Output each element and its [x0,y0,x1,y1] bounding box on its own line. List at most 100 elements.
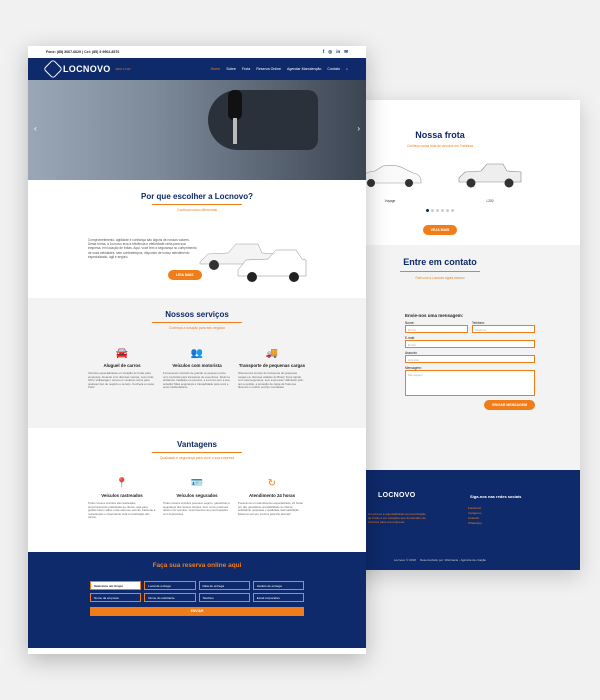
advantages-title: Vantagens [176,440,217,449]
social-title: Siga-nos nas redes sociais [470,494,522,499]
social-icons: f ◎ in ✉ [323,49,348,55]
nav-home[interactable]: Home [211,67,221,71]
linkedin-icon[interactable]: in [336,49,340,55]
brand-tagline: RENT A CAR [115,67,131,71]
credit[interactable]: Desenvolvido por: Webnacia - Agência de … [420,558,486,562]
car-l200-icon [458,163,522,188]
search-icon[interactable]: ⌕ [346,67,348,71]
why-text: Comprometimento, agilidade e confiança s… [88,238,197,259]
cars-image [199,243,307,282]
advantages-subtitle: Qualidade e segurança para você e sua em… [159,456,235,460]
service-desc: Veículos especializados em locação de fr… [88,371,154,390]
advantage-title: Veículos rastreados [101,493,143,498]
service-title: Veículos com motorista [172,363,222,368]
service-desc: Oferecemos serviço de transporte de pequ… [238,371,304,390]
chevron-right-icon[interactable]: › [357,124,360,133]
truck-icon: 🚚 [265,348,279,359]
advantage-desc: Todos nossos veículos possuem seguro, ga… [163,501,230,516]
top-bar: Fone: (85) 3067.6620 | Cel: (85) 9 9902.… [28,46,366,58]
carousel-dot[interactable] [441,209,444,212]
divider [152,452,242,453]
advantage-card: 📍 Veículos rastreados Todos nossos veícu… [88,478,156,520]
advantage-card: ↻ Atendimento 24 horas Possuímos um aten… [238,478,306,520]
subject-input[interactable]: Assunto [405,355,535,363]
nav-reserva[interactable]: Reserva Online [256,67,281,71]
car-card[interactable]: L200 [455,160,525,203]
carousel-dot[interactable] [446,209,449,212]
service-card: 👥 Veículos com motorista Fornecemos veíc… [163,348,231,390]
delivery-date-input[interactable]: Data de entrega [198,581,250,590]
delivery-place-input[interactable]: Local de entrega [144,581,196,590]
carousel-dot[interactable] [426,209,429,212]
read-more-button[interactable]: LEIA MAIS [168,270,202,280]
id-card-icon: 🪪 [190,478,204,489]
service-card: 🚚 Transporte de pequenas cargas Oferecem… [238,348,306,390]
delivery-time-input[interactable]: Horário de entrega [252,581,304,590]
email-input[interactable]: Email [405,340,535,348]
nav-sobre[interactable]: Sobre [226,67,236,71]
service-title: Transporte de pequenas cargas [238,363,306,368]
send-message-button[interactable]: ENVIAR MENSAGEM [484,400,535,410]
mail-icon[interactable]: ✉ [344,49,348,55]
reservation-section: Faça sua reserva online aqui Selecione u… [28,552,366,648]
phone-input[interactable]: Telefone [472,325,535,333]
company-name-input[interactable]: Nome da empresa [90,593,142,602]
navbar: LOCNOVO RENT A CAR Home Sobre Frota Rese… [28,58,366,80]
message-input[interactable]: Mensagem [405,370,535,396]
nav-contato[interactable]: Contato [327,67,340,71]
copyright: Locnovo © 2018 [393,558,416,562]
corporate-email-input[interactable]: Email corporativo [252,593,304,602]
instagram-icon[interactable]: ◎ [328,49,332,55]
main-menu: Home Sobre Frota Reserva Online Agendar … [211,67,348,71]
advantage-title: Veículos segurados [176,493,218,498]
key-blade [233,118,237,144]
fleet-more-button[interactable]: VEJA MAIS [422,225,458,235]
send-reservation-button[interactable]: ENVIAR [90,607,304,616]
logo[interactable]: LOCNOVO RENT A CAR [43,59,131,79]
advantage-desc: Todos nossos veículos são rastreados, pr… [88,501,156,520]
facebook-icon[interactable]: f [323,49,325,55]
services-section: Nossos serviços Conheça a solução para s… [28,298,366,428]
social-links: Facebook Instagram LinkedIn WhatsApp [468,506,482,526]
advantage-title: Atendimento 24 horas [248,493,296,498]
requester-name-input[interactable]: Nome do solicitante [144,593,196,602]
location-pin-icon: 📍 [115,478,129,489]
name-input[interactable]: Nome [405,325,468,333]
divider [152,322,242,323]
advantage-card: 🪪 Veículos segurados Todos nossos veícul… [163,478,231,520]
car-icon: 🚘 [115,348,129,359]
group-select[interactable]: Selecione um Grupo [90,581,142,590]
service-title: Aluguel de carros [103,363,141,368]
contact-phones: Fone: (85) 3067.6620 | Cel: (85) 9 9902.… [46,50,120,54]
people-icon: 👥 [190,348,204,359]
nav-frota[interactable]: Frota [242,67,250,71]
brand-name: LOCNOVO [63,64,111,74]
service-desc: Fornecemos veículos de grande ou pequeno… [163,371,230,390]
carousel-dot[interactable] [431,209,434,212]
nav-manutencao[interactable]: Agendar Manutenção [287,67,321,71]
contact-form: Envie-nos uma mensagem: Nome: Nome Telef… [405,313,535,410]
divider [400,271,480,272]
reservation-title: Faça sua reserva online aqui [152,562,242,569]
carousel-dot[interactable] [436,209,439,212]
front-page: Fone: (85) 3067.6620 | Cel: (85) 9 9902.… [28,46,366,654]
divider [152,204,242,205]
why-title: Por que escolher a Locnovo? [140,192,254,201]
advantages-section: Vantagens Qualidade e segurança para voc… [28,428,366,552]
car-key-icon [228,90,242,120]
advantage-desc: Possuímos um atendimento especializado, … [238,501,303,516]
reservation-form: Selecione um Grupo Local de entrega Data… [90,581,304,602]
phone-input[interactable]: Telefone [198,593,250,602]
car-name: L200 [486,199,494,203]
why-section: Por que escolher a Locnovo? Conheça noss… [28,180,366,298]
chevron-left-icon[interactable]: ‹ [34,124,37,133]
footer-about: A Locnovo é especializada na terceirizaç… [368,512,426,524]
logo-shield-icon [43,59,63,79]
why-subtitle: Conheça nosso diferencial [177,208,217,212]
hero-banner: ‹ › [28,80,366,180]
hero-image [208,90,318,150]
refresh-icon: ↻ [267,478,277,489]
whatsapp-link[interactable]: WhatsApp [468,521,482,526]
mockup-canvas: Nossa frota Conheça nossa frota de veícu… [0,0,600,700]
carousel-dot[interactable] [451,209,454,212]
